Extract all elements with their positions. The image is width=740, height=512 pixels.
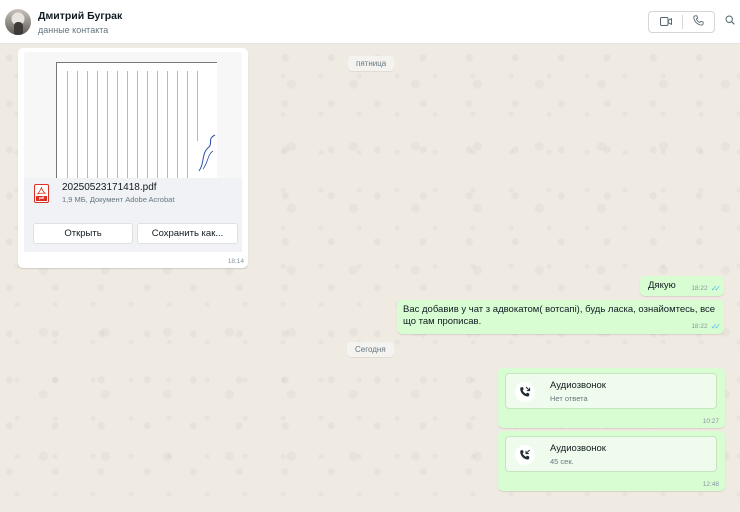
call-button-group	[648, 11, 715, 33]
search-button[interactable]	[722, 13, 738, 29]
divider	[682, 15, 683, 29]
message-meta: 18:22 ✓✓	[691, 322, 722, 331]
message-meta: 10:27	[703, 418, 719, 425]
document-actions: Открыть Сохранить как...	[24, 214, 242, 252]
date-chip-friday: пятница	[348, 56, 395, 71]
call-message[interactable]: Аудиозвонок Нет ответа 10:27	[498, 368, 725, 428]
save-as-button[interactable]: Сохранить как...	[137, 223, 238, 244]
search-icon	[725, 12, 735, 30]
message-time: 12:48	[702, 481, 719, 488]
message-time: 18:22	[691, 285, 708, 292]
document-info: pdf 20250523171418.pdf 1,9 МБ, Документ …	[24, 178, 242, 214]
document-meta: 1,9 МБ, Документ Adobe Acrobat	[62, 195, 175, 204]
open-button[interactable]: Открыть	[33, 223, 133, 244]
read-ticks-icon: ✓✓	[710, 322, 722, 331]
read-ticks-icon: ✓✓	[710, 284, 722, 293]
avatar[interactable]	[5, 9, 31, 35]
incoming-call-icon	[515, 445, 535, 465]
message-text-line-1: Вас добавив у чат з адвокатом( вотсапі),…	[403, 304, 716, 315]
contact-details-link[interactable]: данные контакта	[38, 25, 108, 35]
pdf-label: pdf	[36, 196, 47, 201]
outgoing-message[interactable]: Вас добавив у чат з адвокатом( вотсапі),…	[397, 300, 724, 334]
pdf-icon: pdf	[34, 184, 49, 203]
message-time: 18:14	[227, 258, 244, 265]
video-call-icon	[660, 13, 672, 31]
call-status: Нет ответа	[550, 394, 588, 403]
call-duration: 45 сек.	[550, 457, 574, 466]
audio-call-card[interactable]: Аудиозвонок 45 сек.	[505, 436, 717, 472]
contact-name[interactable]: Дмитрий Буграк	[38, 10, 122, 22]
document-preview[interactable]	[24, 52, 242, 178]
call-title: Аудиозвонок	[550, 443, 606, 454]
message-meta: 12:48	[703, 481, 719, 488]
document-file-name: 20250523171418.pdf	[62, 182, 157, 193]
message-time: 10:27	[702, 418, 719, 425]
video-call-button[interactable]	[653, 14, 679, 30]
date-chip-today: Сегодня	[347, 342, 394, 357]
message-text-line-2: що там прописав.	[403, 316, 482, 327]
outgoing-message[interactable]: Дякую 18:22 ✓✓	[640, 276, 724, 296]
document-page-thumbnail	[56, 62, 217, 178]
audio-call-card[interactable]: Аудиозвонок Нет ответа	[505, 373, 717, 409]
message-time: 18:22	[691, 323, 708, 330]
voice-call-icon	[692, 13, 704, 31]
message-meta: 18:22 ✓✓	[691, 284, 722, 293]
call-message[interactable]: Аудиозвонок 45 сек. 12:48	[498, 431, 725, 491]
chat-area[interactable]: пятница pdf 20250523171418.pdf 1,9 МБ, Д…	[0, 44, 740, 512]
document-message[interactable]: pdf 20250523171418.pdf 1,9 МБ, Документ …	[18, 48, 248, 268]
chat-header: Дмитрий Буграк данные контакта	[0, 0, 740, 44]
missed-call-icon	[515, 382, 535, 402]
message-text: Дякую	[648, 280, 676, 291]
call-title: Аудиозвонок	[550, 380, 606, 391]
voice-call-button[interactable]	[685, 14, 711, 30]
